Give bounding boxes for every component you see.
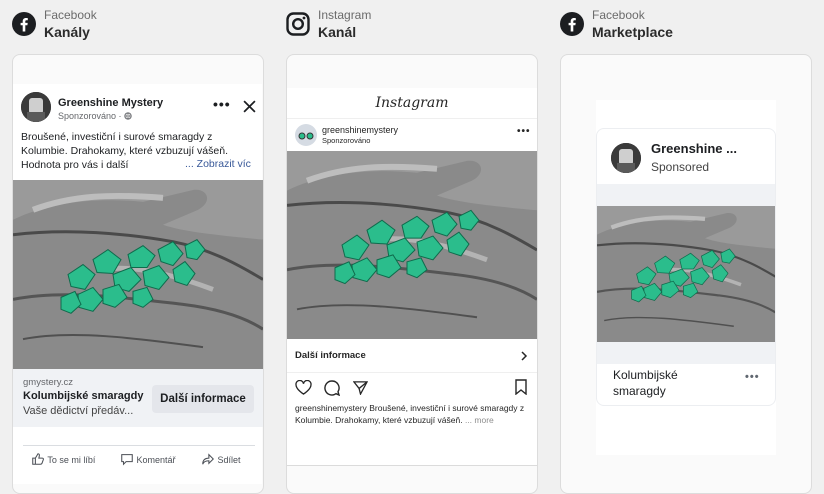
- placement-label: Marketplace: [592, 24, 673, 40]
- fb-feed-preview-card: Greenshine Mystery Sponzorováno · ••• Br…: [12, 54, 264, 494]
- avatar: [611, 143, 641, 173]
- ig-feed-preview-card: Instagram greenshinemystery Sponzorováno…: [286, 54, 538, 494]
- fb-marketplace-preview-card: Greenshine ... Sponsored Kolumbijské sma…: [560, 54, 812, 494]
- divider: [287, 118, 537, 119]
- see-more-link[interactable]: ... Zobrazit víc: [183, 158, 251, 170]
- platform-label: Facebook: [592, 8, 645, 22]
- page-name[interactable]: Greenshine ...: [651, 141, 737, 156]
- instagram-icon: [286, 12, 310, 36]
- item-title: Kolumbijské smaragdy: [613, 368, 678, 398]
- caption-more[interactable]: ... more: [465, 415, 494, 425]
- ig-action-row: [287, 379, 537, 397]
- fb-marketplace-header: Facebook Marketplace: [560, 7, 812, 43]
- bubble-icon[interactable]: [324, 380, 340, 396]
- link-description: Vaše dědictví předáv...: [23, 405, 134, 417]
- ig-feed-header: Instagram Kanál: [286, 7, 538, 43]
- ig-sponsored: Sponzorováno: [322, 136, 371, 145]
- more-icon[interactable]: •••: [745, 371, 760, 383]
- comment-label: Komentář: [136, 455, 176, 465]
- facebook-icon: [12, 12, 36, 36]
- sponsored-label: Sponsored: [651, 160, 710, 174]
- placement-label: Kanál: [318, 24, 357, 40]
- more-icon[interactable]: •••: [517, 126, 531, 137]
- placement-label: Kanály: [44, 24, 90, 40]
- close-icon[interactable]: [243, 100, 256, 113]
- marketplace-screen: Greenshine ... Sponsored Kolumbijské sma…: [596, 100, 776, 455]
- caption-user[interactable]: greenshinemystery: [295, 403, 367, 413]
- cta-row[interactable]: Další informace: [287, 339, 537, 373]
- cta-button[interactable]: Další informace: [152, 385, 254, 413]
- fb-feed-header: Facebook Kanály: [12, 7, 264, 43]
- share-label: Sdílet: [217, 455, 241, 465]
- bookmark-icon[interactable]: [515, 379, 527, 395]
- platform-label: Facebook: [44, 8, 97, 22]
- chevron-right-icon: [521, 351, 528, 361]
- share-icon: [202, 453, 214, 465]
- like-label: To se mi líbí: [47, 455, 96, 465]
- globe-icon: [124, 112, 132, 120]
- facebook-icon: [560, 12, 584, 36]
- page-name[interactable]: Greenshine Mystery: [58, 97, 163, 109]
- sponsored-label: Sponzorováno ·: [58, 111, 132, 121]
- platform-label: Instagram: [318, 8, 372, 22]
- ig-caption: greenshinemystery Broušené, investiční i…: [295, 402, 535, 426]
- more-icon[interactable]: •••: [213, 96, 231, 112]
- action-bar: To se mi líbí Komentář Sdílet: [13, 450, 263, 470]
- link-headline: Kolumbijské smaragdy: [23, 390, 144, 402]
- ig-post: Instagram greenshinemystery Sponzorováno…: [287, 88, 537, 466]
- cta-label: Další informace: [295, 350, 366, 361]
- avatar: [21, 92, 51, 122]
- link-preview[interactable]: gmystery.cz Kolumbijské smaragdy Vaše dě…: [13, 369, 263, 427]
- ad-image[interactable]: [13, 180, 263, 369]
- avatar: [295, 124, 317, 146]
- heart-icon[interactable]: [295, 380, 312, 395]
- like-action[interactable]: To se mi líbí: [31, 452, 95, 466]
- comment-icon: [121, 454, 133, 466]
- like-icon: [32, 453, 44, 465]
- ig-username[interactable]: greenshinemystery: [322, 125, 398, 135]
- comment-action[interactable]: Komentář: [120, 452, 176, 466]
- ad-image[interactable]: [287, 151, 537, 339]
- sponsored-text: Sponzorováno ·: [58, 111, 122, 121]
- divider: [23, 445, 255, 446]
- fb-post: Greenshine Mystery Sponzorováno · ••• Br…: [13, 84, 263, 484]
- ad-image[interactable]: [597, 206, 776, 342]
- ig-logo: Instagram: [375, 95, 449, 111]
- link-domain: gmystery.cz: [23, 377, 73, 388]
- marketplace-item[interactable]: Greenshine ... Sponsored Kolumbijské sma…: [596, 128, 776, 406]
- send-icon[interactable]: [353, 380, 368, 395]
- share-action[interactable]: Sdílet: [201, 452, 241, 466]
